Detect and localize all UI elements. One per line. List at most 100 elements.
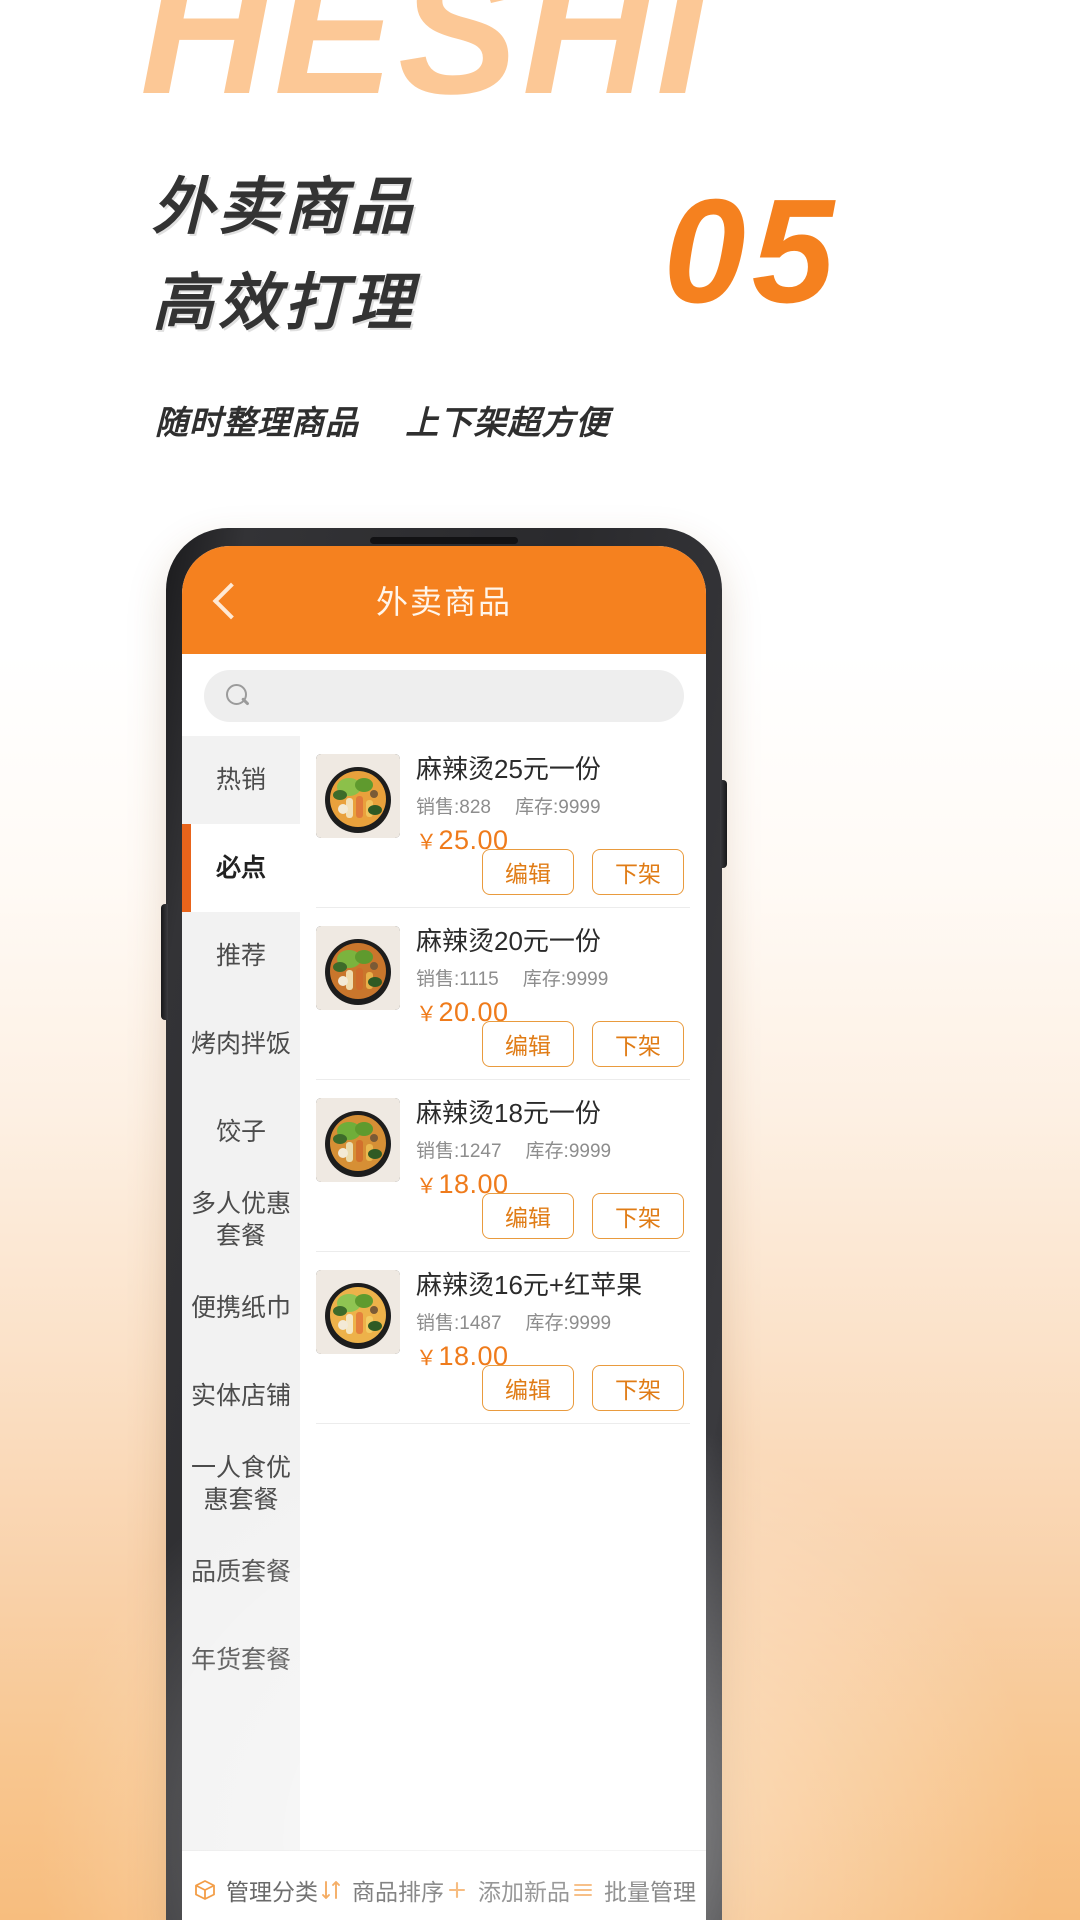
product-thumbnail bbox=[316, 1098, 400, 1182]
product-actions: 编辑 下架 bbox=[482, 1193, 684, 1239]
edit-button[interactable]: 编辑 bbox=[482, 1021, 574, 1067]
product-stock: 库存:9999 bbox=[525, 1313, 612, 1335]
sidebar-item-label: 必点 bbox=[215, 854, 266, 882]
product-sales: 销售:1487 bbox=[416, 1313, 502, 1335]
product-stock: 库存:9999 bbox=[514, 797, 601, 819]
toolbar-item[interactable]: 添加新品 bbox=[444, 1873, 570, 1907]
volume-button[interactable] bbox=[161, 904, 168, 1020]
sidebar-item-1[interactable]: 必点 bbox=[182, 824, 300, 912]
sidebar-item-4[interactable]: 饺子 bbox=[182, 1088, 300, 1176]
sidebar-item-label: 一人食优惠套餐 bbox=[190, 1454, 291, 1514]
product-row[interactable]: 麻辣烫25元一份 销售:828 库存:9999 ￥25.00 编辑 下架 bbox=[316, 736, 690, 908]
poster-subtitle: 随时整理商品 上下架超方便 bbox=[155, 396, 609, 444]
toolbar-item[interactable]: 管理分类 bbox=[192, 1873, 318, 1907]
product-row[interactable]: 麻辣烫16元+红苹果 销售:1487 库存:9999 ￥18.00 编辑 下架 bbox=[316, 1252, 690, 1424]
subtitle-right: 上下架超方便 bbox=[405, 404, 610, 441]
product-main: 麻辣烫20元一份 销售:1115 库存:9999 ￥20.00 bbox=[316, 926, 690, 1028]
product-meta: 销售:828 库存:9999 bbox=[416, 792, 690, 819]
app-header: 外卖商品 bbox=[182, 546, 706, 654]
sidebar-item-label: 便携纸巾 bbox=[190, 1294, 291, 1322]
sidebar-item-label: 饺子 bbox=[215, 1118, 266, 1146]
category-sidebar[interactable]: 热销必点推荐烤肉拌饭饺子多人优惠套餐便携纸巾实体店铺一人食优惠套餐品质套餐年货套… bbox=[182, 736, 300, 1850]
section-number: 05 bbox=[663, 169, 840, 334]
plus-icon bbox=[444, 1877, 470, 1903]
search-box[interactable] bbox=[204, 670, 684, 722]
offshelf-button[interactable]: 下架 bbox=[592, 849, 684, 895]
sidebar-item-10[interactable]: 年货套餐 bbox=[182, 1616, 300, 1704]
sidebar-item-3[interactable]: 烤肉拌饭 bbox=[182, 1000, 300, 1088]
product-stock: 库存:9999 bbox=[522, 969, 609, 991]
page-title: 外卖商品 bbox=[375, 584, 512, 620]
product-actions: 编辑 下架 bbox=[482, 849, 684, 895]
currency-symbol: ￥ bbox=[416, 831, 438, 855]
bottom-toolbar: 管理分类 商品排序 添加新品 批量管理 bbox=[182, 1850, 706, 1920]
product-meta: 销售:1247 库存:9999 bbox=[416, 1136, 690, 1163]
product-info: 麻辣烫20元一份 销售:1115 库存:9999 ￥20.00 bbox=[416, 926, 690, 1028]
power-button[interactable] bbox=[720, 780, 727, 868]
product-actions: 编辑 下架 bbox=[482, 1365, 684, 1411]
product-main: 麻辣烫16元+红苹果 销售:1487 库存:9999 ￥18.00 bbox=[316, 1270, 690, 1372]
product-stock: 库存:9999 bbox=[525, 1141, 612, 1163]
toolbar-item-label: 商品排序 bbox=[352, 1878, 444, 1905]
product-name: 麻辣烫20元一份 bbox=[416, 926, 601, 956]
currency-symbol: ￥ bbox=[416, 1003, 438, 1027]
product-row[interactable]: 麻辣烫18元一份 销售:1247 库存:9999 ￥18.00 编辑 下架 bbox=[316, 1080, 690, 1252]
product-sales: 销售:1247 bbox=[416, 1141, 502, 1163]
sidebar-item-label: 多人优惠套餐 bbox=[190, 1190, 291, 1250]
product-name: 麻辣烫18元一份 bbox=[416, 1098, 601, 1128]
edit-button[interactable]: 编辑 bbox=[482, 1193, 574, 1239]
phone-mockup: 外卖商品 热销必点推荐烤肉拌饭饺子多人优惠套餐便携纸巾实体店铺一人食优惠套餐品质… bbox=[161, 528, 727, 1920]
product-info: 麻辣烫16元+红苹果 销售:1487 库存:9999 ￥18.00 bbox=[416, 1270, 690, 1372]
sidebar-item-label: 年货套餐 bbox=[190, 1646, 291, 1674]
product-meta: 销售:1115 库存:9999 bbox=[416, 964, 690, 991]
currency-symbol: ￥ bbox=[416, 1347, 438, 1371]
sidebar-item-label: 推荐 bbox=[215, 942, 266, 970]
headline-line-2: 高效打理 bbox=[152, 269, 417, 339]
toolbar-item[interactable]: 商品排序 bbox=[318, 1873, 444, 1907]
sidebar-item-6[interactable]: 便携纸巾 bbox=[182, 1264, 300, 1352]
toolbar-item-label: 添加新品 bbox=[478, 1878, 570, 1905]
sidebar-item-0[interactable]: 热销 bbox=[182, 736, 300, 824]
sidebar-item-5[interactable]: 多人优惠套餐 bbox=[182, 1176, 300, 1264]
sidebar-item-2[interactable]: 推荐 bbox=[182, 912, 300, 1000]
product-thumbnail bbox=[316, 926, 400, 1010]
sidebar-item-label: 实体店铺 bbox=[190, 1382, 291, 1410]
toolbar-item-label: 批量管理 bbox=[604, 1878, 696, 1905]
offshelf-button[interactable]: 下架 bbox=[592, 1365, 684, 1411]
product-name: 麻辣烫25元一份 bbox=[416, 754, 601, 784]
edit-button[interactable]: 编辑 bbox=[482, 1365, 574, 1411]
headline-block: 外卖商品 高效打理 bbox=[152, 160, 712, 352]
product-name: 麻辣烫16元+红苹果 bbox=[416, 1270, 643, 1300]
chevron-left-icon[interactable] bbox=[206, 580, 246, 620]
list-icon bbox=[570, 1877, 596, 1903]
offshelf-button[interactable]: 下架 bbox=[592, 1193, 684, 1239]
offshelf-button[interactable]: 下架 bbox=[592, 1021, 684, 1067]
sidebar-item-label: 品质套餐 bbox=[190, 1558, 291, 1586]
product-row[interactable]: 麻辣烫20元一份 销售:1115 库存:9999 ￥20.00 编辑 下架 bbox=[316, 908, 690, 1080]
product-main: 麻辣烫18元一份 销售:1247 库存:9999 ￥18.00 bbox=[316, 1098, 690, 1200]
toolbar-item-label: 管理分类 bbox=[226, 1878, 318, 1905]
product-thumbnail bbox=[316, 1270, 400, 1354]
sidebar-item-7[interactable]: 实体店铺 bbox=[182, 1352, 300, 1440]
search-icon bbox=[226, 684, 250, 708]
product-thumbnail bbox=[316, 754, 400, 838]
box-icon bbox=[192, 1877, 218, 1903]
sidebar-item-label: 烤肉拌饭 bbox=[190, 1030, 291, 1058]
sidebar-item-9[interactable]: 品质套餐 bbox=[182, 1528, 300, 1616]
currency-symbol: ￥ bbox=[416, 1175, 438, 1199]
product-main: 麻辣烫25元一份 销售:828 库存:9999 ￥25.00 bbox=[316, 754, 690, 856]
sidebar-item-label: 热销 bbox=[215, 766, 266, 794]
sort-icon bbox=[318, 1877, 344, 1903]
product-sales: 销售:828 bbox=[416, 797, 491, 819]
sidebar-item-8[interactable]: 一人食优惠套餐 bbox=[182, 1440, 300, 1528]
product-list: 麻辣烫25元一份 销售:828 库存:9999 ￥25.00 编辑 下架 麻辣烫… bbox=[300, 736, 706, 1850]
search-input[interactable] bbox=[262, 682, 662, 710]
product-actions: 编辑 下架 bbox=[482, 1021, 684, 1067]
subtitle-left: 随时整理商品 bbox=[155, 404, 359, 441]
toolbar-item[interactable]: 批量管理 bbox=[570, 1873, 696, 1907]
product-info: 麻辣烫25元一份 销售:828 库存:9999 ￥25.00 bbox=[416, 754, 690, 856]
headline-line-1: 外卖商品 bbox=[152, 173, 417, 242]
product-meta: 销售:1487 库存:9999 bbox=[416, 1308, 690, 1335]
edit-button[interactable]: 编辑 bbox=[482, 849, 574, 895]
phone-screen: 外卖商品 热销必点推荐烤肉拌饭饺子多人优惠套餐便携纸巾实体店铺一人食优惠套餐品质… bbox=[182, 546, 706, 1920]
